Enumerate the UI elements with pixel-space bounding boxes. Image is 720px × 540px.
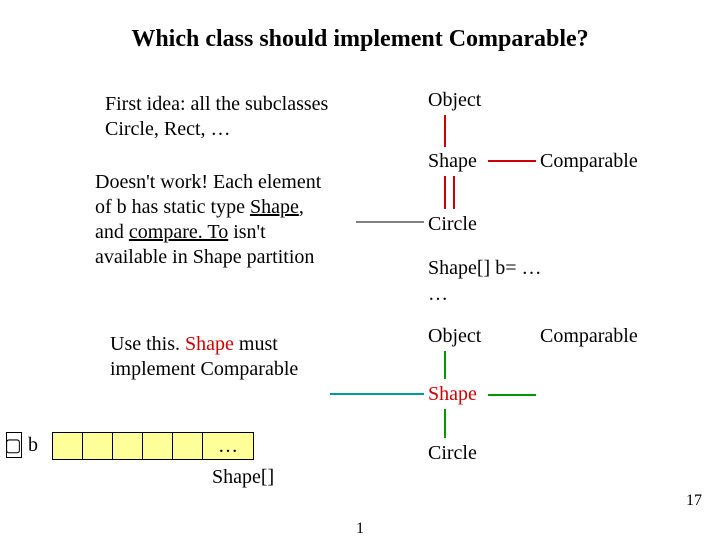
- diag1-comparable: Comparable: [540, 149, 638, 174]
- diag2-circle: Circle: [428, 441, 477, 466]
- line-shape-circle-1b: [453, 176, 455, 209]
- para2-line1: Doesn't work! Each element: [95, 171, 321, 193]
- diag1-shape: Shape: [428, 149, 477, 174]
- line-shape-circle-2: [444, 409, 446, 438]
- para2-line3-post: isn't: [228, 221, 266, 243]
- para2-line3-pre: and: [95, 221, 129, 243]
- diag1-code2: …: [428, 282, 448, 307]
- para2-compareto-ul: compare. To: [129, 221, 228, 243]
- para2-line2-post: ,: [299, 196, 304, 218]
- para3-shape-red: Shape: [185, 333, 234, 355]
- para3-line1-post: must: [234, 333, 278, 355]
- line-shape-comp-1: [488, 160, 536, 162]
- para3-line1-pre: Use this.: [110, 333, 185, 355]
- para-doesnt-work: Doesn't work! Each element of b has stat…: [95, 170, 395, 270]
- line-shape-comp-2: [488, 394, 536, 396]
- diag1-code1: Shape[] b= …: [428, 256, 541, 281]
- array-cell: [173, 433, 203, 459]
- diag2-comparable: Comparable: [540, 324, 638, 349]
- para1-line2: Circle, Rect, …: [105, 118, 231, 140]
- array-cell: [53, 433, 83, 459]
- para-first-idea: First idea: all the subclasses Circle, R…: [105, 92, 395, 142]
- array-pointer-box: ▢: [6, 432, 22, 458]
- para3-line2: implement Comparable: [110, 358, 298, 380]
- slide-title: Which class should implement Comparable?: [0, 26, 720, 53]
- array-cell: [143, 433, 173, 459]
- array-type-label: Shape[]: [212, 466, 274, 489]
- array-cell: [113, 433, 143, 459]
- diag2-shape-red: Shape: [428, 382, 477, 407]
- diag2-object: Object: [428, 324, 481, 349]
- array-strip: …: [52, 432, 254, 460]
- array-var-label: b: [28, 434, 38, 457]
- diag1-circle: Circle: [428, 212, 477, 237]
- array-cell-ellipsis: …: [203, 433, 253, 459]
- page-number-center: 1: [0, 520, 720, 538]
- line-obj-shape-1: [444, 115, 446, 147]
- para1-line1: First idea: all the subclasses: [105, 93, 328, 115]
- pointer-icon: ▢: [5, 436, 22, 454]
- diag1-object: Object: [428, 88, 481, 113]
- para-use-this: Use this. Shape must implement Comparabl…: [110, 332, 360, 382]
- line-para2-circle: [356, 221, 424, 223]
- para2-line2-pre: of b has static type: [95, 196, 250, 218]
- line-para3-shape: [330, 393, 424, 395]
- line-obj-shape-2: [444, 351, 446, 379]
- page-number-corner: 17: [686, 492, 702, 510]
- array-cell: [83, 433, 113, 459]
- line-shape-circle-1: [444, 176, 446, 209]
- para2-shape-ul: Shape: [250, 196, 299, 218]
- para2-line4: available in Shape partition: [95, 246, 314, 268]
